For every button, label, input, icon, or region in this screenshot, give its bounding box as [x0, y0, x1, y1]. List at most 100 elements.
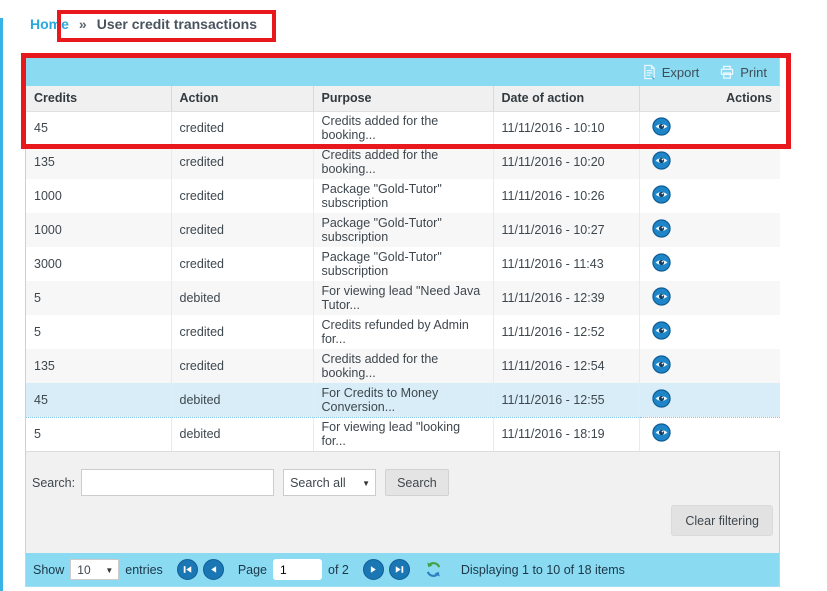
cell-date: 11/11/2016 - 10:20: [493, 145, 639, 179]
cell-action: credited: [171, 111, 313, 145]
view-details-eye-icon[interactable]: [652, 321, 671, 340]
cell-date: 11/11/2016 - 10:10: [493, 111, 639, 145]
search-category-select[interactable]: Search all: [283, 469, 376, 496]
cell-actions: [639, 145, 780, 179]
cell-credits: 45: [26, 383, 171, 417]
table-row[interactable]: 3000 credited Package "Gold-Tutor" subsc…: [26, 247, 780, 281]
table-row[interactable]: 45 credited Credits added for the bookin…: [26, 111, 780, 145]
page-size-select[interactable]: 10: [70, 559, 119, 580]
show-label: Show: [33, 563, 64, 577]
cell-credits: 135: [26, 349, 171, 383]
cell-action: credited: [171, 213, 313, 247]
table-header-row: Credits Action Purpose Date of action Ac…: [26, 86, 780, 111]
transactions-table: Credits Action Purpose Date of action Ac…: [26, 86, 780, 451]
cell-date: 11/11/2016 - 18:19: [493, 417, 639, 451]
refresh-icon[interactable]: [424, 560, 443, 579]
cell-action: debited: [171, 383, 313, 417]
cell-purpose: Package "Gold-Tutor" subscription: [313, 179, 493, 213]
cell-purpose: Credits added for the booking...: [313, 145, 493, 179]
cell-date: 11/11/2016 - 10:26: [493, 179, 639, 213]
page-left-accent-bar: [0, 18, 3, 591]
column-header-date[interactable]: Date of action: [493, 86, 639, 111]
view-details-eye-icon[interactable]: [652, 389, 671, 408]
view-details-eye-icon[interactable]: [652, 253, 671, 272]
cell-date: 11/11/2016 - 11:43: [493, 247, 639, 281]
table-row[interactable]: 5 debited For viewing lead "looking for.…: [26, 417, 780, 451]
page-of-total: of 2: [328, 563, 349, 577]
cell-date: 11/11/2016 - 12:55: [493, 383, 639, 417]
cell-action: debited: [171, 281, 313, 315]
entries-label: entries: [125, 563, 163, 577]
breadcrumb-home-link[interactable]: Home: [30, 16, 69, 32]
table-row[interactable]: 1000 credited Package "Gold-Tutor" subsc…: [26, 179, 780, 213]
export-document-icon: [642, 64, 657, 80]
last-page-button[interactable]: [389, 559, 410, 580]
cell-credits: 5: [26, 315, 171, 349]
cell-actions: [639, 383, 780, 417]
search-input[interactable]: [81, 469, 274, 496]
cell-actions: [639, 179, 780, 213]
print-button[interactable]: Print: [719, 65, 767, 80]
column-header-credits[interactable]: Credits: [26, 86, 171, 111]
export-label: Export: [662, 65, 700, 80]
cell-purpose: Credits added for the booking...: [313, 111, 493, 145]
cell-action: credited: [171, 145, 313, 179]
cell-date: 11/11/2016 - 12:39: [493, 281, 639, 315]
cell-purpose: Credits refunded by Admin for...: [313, 315, 493, 349]
cell-purpose: For viewing lead "Need Java Tutor...: [313, 281, 493, 315]
cell-credits: 3000: [26, 247, 171, 281]
cell-credits: 135: [26, 145, 171, 179]
page-title: User credit transactions: [97, 16, 257, 32]
cell-purpose: Package "Gold-Tutor" subscription: [313, 247, 493, 281]
table-row[interactable]: 135 credited Credits added for the booki…: [26, 349, 780, 383]
cell-action: credited: [171, 349, 313, 383]
cell-purpose: Credits added for the booking...: [313, 349, 493, 383]
view-details-eye-icon[interactable]: [652, 117, 671, 136]
cell-credits: 1000: [26, 213, 171, 247]
column-header-actions: Actions: [639, 86, 780, 111]
transactions-table-widget: Export Print Credits Action Purpose Date…: [25, 57, 780, 587]
cell-purpose: For viewing lead "looking for...: [313, 417, 493, 451]
column-header-purpose[interactable]: Purpose: [313, 86, 493, 111]
next-page-button[interactable]: [363, 559, 384, 580]
cell-actions: [639, 281, 780, 315]
first-page-button[interactable]: [177, 559, 198, 580]
view-details-eye-icon[interactable]: [652, 185, 671, 204]
search-label: Search:: [32, 476, 75, 490]
cell-credits: 5: [26, 281, 171, 315]
cell-actions: [639, 315, 780, 349]
cell-credits: 1000: [26, 179, 171, 213]
cell-purpose: Package "Gold-Tutor" subscription: [313, 213, 493, 247]
view-details-eye-icon[interactable]: [652, 287, 671, 306]
table-row[interactable]: 5 credited Credits refunded by Admin for…: [26, 315, 780, 349]
cell-action: credited: [171, 179, 313, 213]
column-header-action[interactable]: Action: [171, 86, 313, 111]
cell-date: 11/11/2016 - 12:52: [493, 315, 639, 349]
previous-page-button[interactable]: [203, 559, 224, 580]
cell-actions: [639, 247, 780, 281]
cell-purpose: For Credits to Money Conversion...: [313, 383, 493, 417]
view-details-eye-icon[interactable]: [652, 219, 671, 238]
table-row[interactable]: 5 debited For viewing lead "Need Java Tu…: [26, 281, 780, 315]
view-details-eye-icon[interactable]: [652, 355, 671, 374]
cell-action: debited: [171, 417, 313, 451]
view-details-eye-icon[interactable]: [652, 423, 671, 442]
table-row[interactable]: 135 credited Credits added for the booki…: [26, 145, 780, 179]
cell-action: credited: [171, 247, 313, 281]
printer-icon: [719, 65, 735, 80]
view-details-eye-icon[interactable]: [652, 151, 671, 170]
breadcrumb: Home»User credit transactions: [30, 16, 257, 32]
table-toolbar: Export Print: [26, 58, 779, 86]
page-size-select-wrap: 10 ▼: [70, 559, 119, 580]
clear-filtering-button[interactable]: Clear filtering: [671, 505, 773, 536]
search-button[interactable]: Search: [385, 469, 449, 496]
cell-actions: [639, 417, 780, 451]
cell-date: 11/11/2016 - 10:27: [493, 213, 639, 247]
table-row-selected[interactable]: 45 debited For Credits to Money Conversi…: [26, 383, 780, 417]
print-label: Print: [740, 65, 767, 80]
export-button[interactable]: Export: [642, 64, 700, 80]
table-row[interactable]: 1000 credited Package "Gold-Tutor" subsc…: [26, 213, 780, 247]
cell-credits: 45: [26, 111, 171, 145]
cell-actions: [639, 349, 780, 383]
page-number-input[interactable]: [273, 559, 322, 580]
